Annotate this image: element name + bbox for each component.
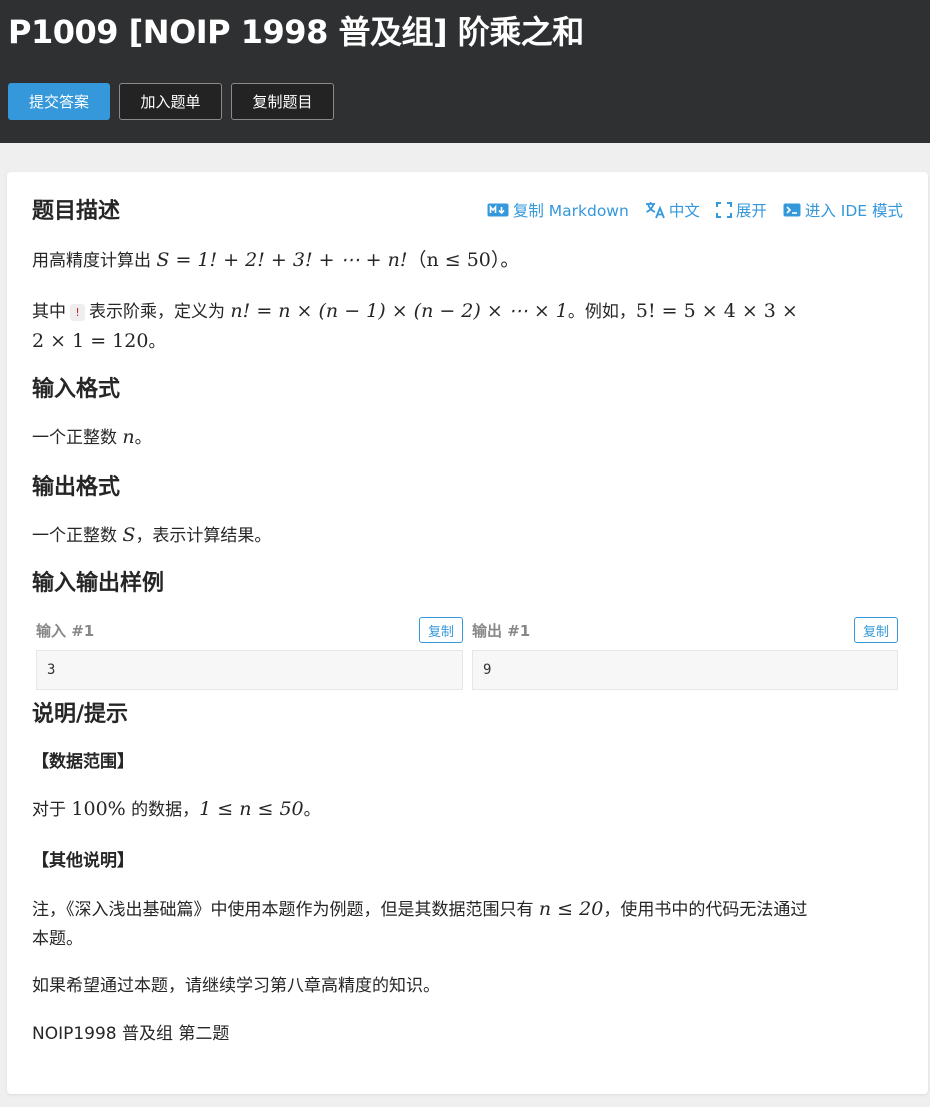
ide-mode-label: 进入 IDE 模式 [804, 202, 903, 220]
desc-text: 注，《深入浅出基础篇》中使用本题作为例题，但是其数据范围只有 [32, 900, 539, 920]
input-format-text: 一个正整数 n。 [32, 422, 152, 453]
desc-text: 的数据， [125, 800, 200, 820]
desc-text: 用高精度计算出 [32, 251, 157, 271]
section-output-format-heading: 输出格式 [32, 475, 121, 500]
desc-text: 对于 [32, 800, 72, 820]
sample-input-header: 输入 #1 复制 [36, 617, 463, 643]
note-line-2: 本题。 [32, 929, 83, 949]
sample-output-box[interactable]: 9 [472, 650, 898, 690]
note-line-3: 如果希望通过本题，请继续学习第八章高精度的知识。 [32, 976, 440, 996]
desc-text: ，表示计算结果。 [135, 526, 272, 546]
desc-text: 。例如， [567, 302, 636, 322]
problem-header: P1009 [NOIP 1998 普及组] 阶乘之和 提交答案 加入题单 复制题… [0, 0, 930, 143]
problem-source: NOIP1998 普及组 第二题 [32, 1024, 230, 1044]
problem-card: 复制 Markdown 中文 展开 进入 IDE 模式 题目描述 用高精度计算出… [7, 172, 928, 1094]
translate-icon [645, 201, 665, 219]
expand-icon [715, 202, 732, 218]
problem-title: P1009 [NOIP 1998 普及组] 阶乘之和 [8, 13, 584, 51]
language-switch[interactable]: 中文 [645, 199, 700, 221]
other-notes-title: 【其他说明】 [32, 851, 134, 871]
sample-output-header: 输出 #1 复制 [472, 617, 898, 643]
description-line-2: 其中! 表示阶乘，定义为 n! = n × (n − 1) × (n − 2) ×… [32, 296, 798, 327]
sample-output-label: 输出 #1 [472, 621, 531, 640]
copy-markdown-button[interactable]: 复制 Markdown [487, 199, 629, 221]
range-formula: 1 ≤ n ≤ 50 [199, 798, 304, 820]
factorial-example-cont: 2 × 1 = 120 [32, 330, 149, 352]
action-buttons: 提交答案 加入题单 复制题目 [8, 83, 922, 120]
data-range-text: 对于 100% 的数据，1 ≤ n ≤ 50。 [32, 794, 321, 825]
var-s: S [122, 524, 136, 546]
desc-text: 一个正整数 [32, 526, 123, 546]
copy-problem-button[interactable]: 复制题目 [231, 83, 334, 120]
terminal-icon [783, 202, 801, 218]
section-samples-heading: 输入输出样例 [32, 571, 165, 596]
data-range-title: 【数据范围】 [32, 752, 134, 772]
factorial-example: 5! = 5 × 4 × 3 × [635, 300, 798, 322]
expand-label: 展开 [735, 202, 767, 220]
copy-input-button[interactable]: 复制 [418, 617, 463, 643]
desc-text: 其中 [32, 302, 66, 322]
factorial-definition: n! = n × (n − 1) × (n − 2) × ⋯ × 1 [230, 300, 568, 322]
expand-button[interactable]: 展开 [715, 199, 767, 221]
desc-text: 。 [148, 332, 166, 352]
add-to-list-button[interactable]: 加入题单 [119, 83, 222, 120]
var-n: n [122, 426, 135, 448]
desc-text: 一个正整数 [32, 428, 123, 448]
factorial-symbol: ! [70, 303, 85, 321]
desc-text: 。 [134, 428, 152, 448]
ide-mode-button[interactable]: 进入 IDE 模式 [783, 199, 903, 221]
note-line-1: 注，《深入浅出基础篇》中使用本题作为例题，但是其数据范围只有 n ≤ 20，使用… [32, 894, 807, 925]
markdown-icon [487, 203, 509, 217]
description-line-3: 2 × 1 = 120。 [32, 326, 165, 357]
submit-answer-button[interactable]: 提交答案 [8, 83, 110, 120]
note-formula: n ≤ 20 [538, 898, 604, 920]
sum-formula: S = 1! + 2! + 3! + ⋯ + n! [156, 249, 408, 271]
sample-input-label: 输入 #1 [36, 621, 95, 640]
desc-text: 。 [303, 800, 321, 820]
desc-text: ，使用书中的代码无法通过 [603, 900, 808, 920]
problem-toolbar: 复制 Markdown 中文 展开 进入 IDE 模式 [487, 199, 903, 221]
output-format-text: 一个正整数 S，表示计算结果。 [32, 520, 271, 551]
description-line-1: 用高精度计算出 S = 1! + 2! + 3! + ⋯ + n!（n ≤ 50… [32, 245, 519, 276]
section-hint-heading: 说明/提示 [32, 702, 129, 727]
percent-value: 100% [71, 798, 126, 820]
section-description-heading: 题目描述 [32, 199, 121, 224]
sample-input-box[interactable]: 3 [36, 650, 463, 690]
copy-markdown-label: 复制 Markdown [512, 202, 629, 220]
language-label: 中文 [668, 202, 700, 220]
constraint: （n ≤ 50）。 [407, 249, 520, 271]
desc-text: 表示阶乘，定义为 [89, 302, 231, 322]
copy-output-button[interactable]: 复制 [853, 617, 898, 643]
section-input-format-heading: 输入格式 [32, 377, 121, 402]
